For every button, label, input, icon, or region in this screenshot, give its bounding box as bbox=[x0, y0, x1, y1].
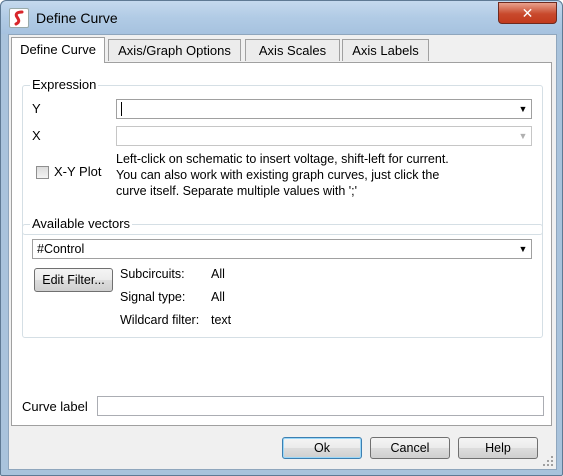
subcircuits-value: All bbox=[211, 267, 225, 281]
curve-label-label: Curve label bbox=[22, 399, 88, 414]
window-title: Define Curve bbox=[36, 10, 118, 26]
x-expression-combo[interactable]: ▼ bbox=[116, 126, 532, 146]
chevron-down-icon[interactable]: ▼ bbox=[516, 241, 530, 257]
xy-plot-checkbox[interactable] bbox=[36, 166, 49, 179]
expression-group-label: Expression bbox=[30, 77, 99, 92]
signal-type-label: Signal type: bbox=[120, 290, 186, 304]
tab-axis-scales[interactable]: Axis Scales bbox=[245, 39, 340, 61]
dialog-window: Define Curve ✕ Define Curve Axis/Graph O… bbox=[0, 0, 563, 476]
vectors-combo[interactable]: #Control ▼ bbox=[32, 239, 532, 259]
close-button[interactable]: ✕ bbox=[498, 2, 557, 24]
signal-type-value: All bbox=[211, 290, 225, 304]
y-expression-combo[interactable]: ▼ bbox=[116, 99, 532, 119]
wildcard-filter-value: text bbox=[211, 313, 232, 327]
y-label: Y bbox=[32, 101, 41, 116]
title-bar[interactable]: Define Curve ✕ bbox=[1, 1, 562, 34]
subcircuits-label: Subcircuits: bbox=[120, 267, 185, 281]
curve-label-input[interactable] bbox=[97, 396, 544, 416]
wildcard-filter-label: Wildcard filter: bbox=[120, 313, 200, 327]
available-vectors-group-label: Available vectors bbox=[30, 216, 133, 231]
ok-button[interactable]: Ok bbox=[282, 437, 362, 459]
chevron-down-icon[interactable]: ▼ bbox=[516, 128, 530, 144]
xy-plot-label[interactable]: X-Y Plot bbox=[54, 164, 101, 179]
chevron-down-icon[interactable]: ▼ bbox=[516, 101, 530, 117]
cancel-button[interactable]: Cancel bbox=[370, 437, 450, 459]
help-button[interactable]: Help bbox=[458, 437, 538, 459]
edit-filter-button[interactable]: Edit Filter... bbox=[34, 268, 113, 292]
dialog-client-area: Define Curve Axis/Graph Options Axis Sca… bbox=[8, 34, 557, 470]
tab-axis-labels[interactable]: Axis Labels bbox=[342, 39, 429, 61]
resize-grip-icon[interactable] bbox=[543, 456, 554, 467]
tab-define-curve[interactable]: Define Curve bbox=[11, 37, 105, 63]
text-cursor bbox=[121, 102, 122, 116]
expression-hint-text: Left-click on schematic to insert voltag… bbox=[116, 152, 449, 198]
simetrix-logo-icon bbox=[9, 8, 29, 28]
x-label: X bbox=[32, 128, 41, 143]
tab-panel: Expression Y ▼ X ▼ X-Y Plot Left-click o… bbox=[11, 62, 552, 426]
vectors-selected-value: #Control bbox=[37, 242, 85, 256]
tab-axis-graph-options[interactable]: Axis/Graph Options bbox=[108, 39, 241, 61]
